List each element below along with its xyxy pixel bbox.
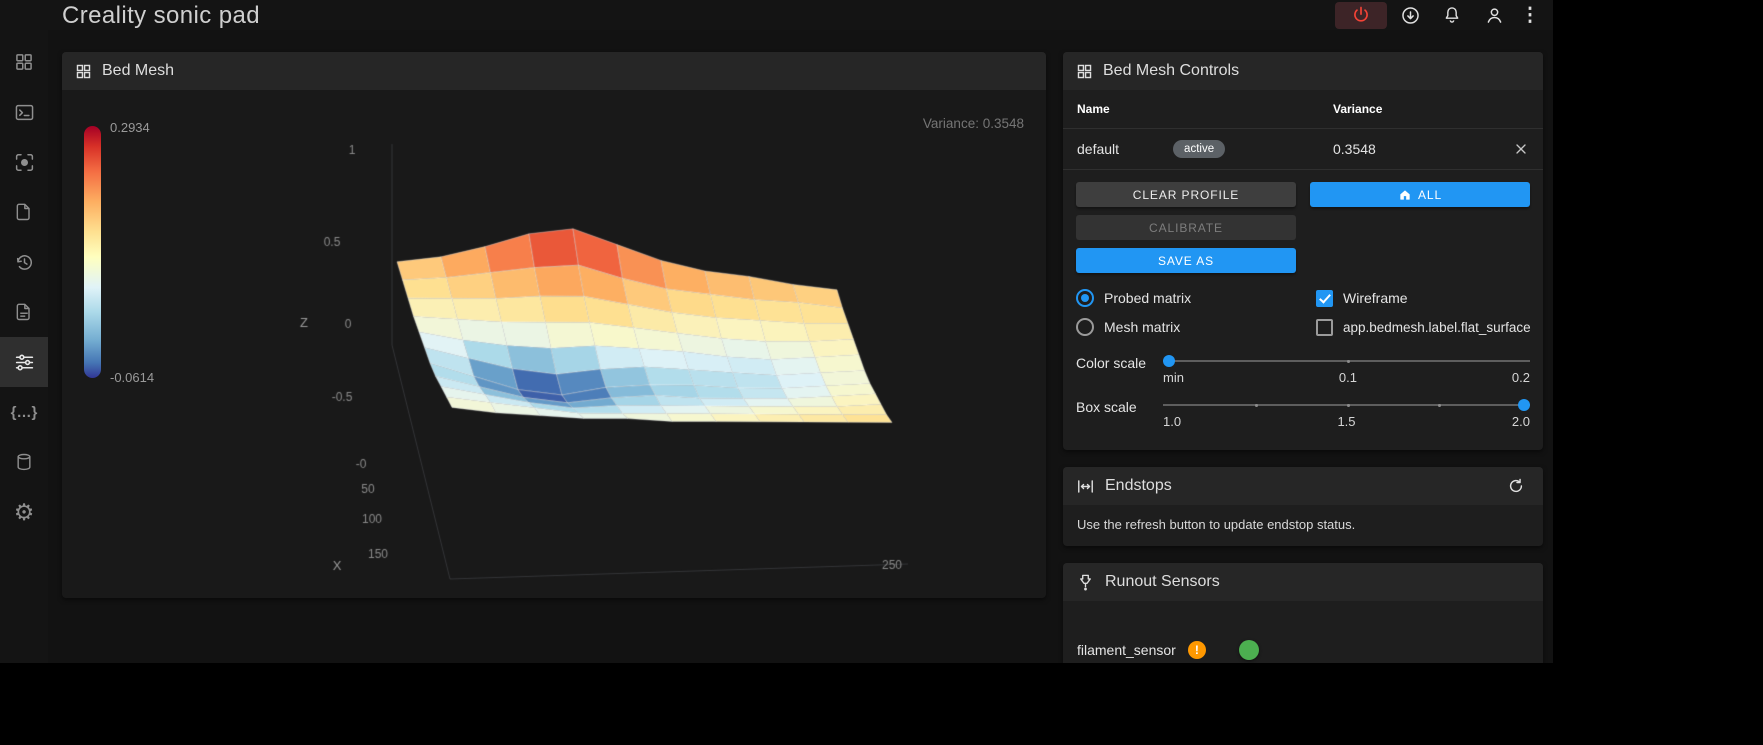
sidebar-nav: {…} ⚙	[0, 30, 48, 663]
bed-mesh-controls-title: Bed Mesh Controls	[1103, 62, 1240, 79]
history-icon	[16, 254, 32, 270]
radio-off-icon	[1076, 318, 1094, 336]
column-name: Name	[1077, 102, 1110, 116]
grid-icon	[76, 64, 91, 78]
endstops-title: Endstops	[1105, 477, 1172, 494]
sidebar-item-camera[interactable]	[0, 137, 48, 187]
controls-buttons: CLEAR PROFILE ALL CALIBRATE SAVE AS	[1063, 170, 1543, 283]
home-all-button[interactable]: ALL	[1310, 182, 1530, 207]
variance-label: Variance: 0.3548	[922, 116, 1024, 131]
sensor-toggle[interactable]	[1222, 640, 1259, 660]
profiles-table-header: Name Variance	[1063, 90, 1543, 128]
emergency-stop-button[interactable]	[1335, 1, 1387, 29]
focus-camera-icon	[15, 153, 33, 171]
endstops-panel: Endstops Use the refresh button to updat…	[1063, 467, 1543, 546]
probed-matrix-radio[interactable]: Probed matrix	[1076, 289, 1316, 307]
topbar: Creality sonic pad ⋮	[0, 0, 1553, 30]
sidebar-item-settings[interactable]: ⚙	[0, 487, 48, 537]
sensor-name: filament_sensor	[1077, 642, 1176, 658]
column-variance: Variance	[1333, 102, 1383, 116]
profile-variance: 0.3548	[1333, 141, 1376, 157]
active-badge: active	[1173, 140, 1226, 158]
right-column: Bed Mesh Controls Name Variance default …	[1063, 52, 1543, 663]
spool-cylinder-icon	[17, 453, 31, 471]
sidebar-item-history[interactable]	[0, 237, 48, 287]
file-icon	[16, 203, 30, 221]
color-scale-ticks: min 0.1 0.2	[1163, 370, 1530, 385]
overflow-menu-button[interactable]: ⋮	[1517, 1, 1543, 29]
checkbox-unchecked-icon	[1316, 318, 1333, 336]
bell-icon	[1445, 7, 1459, 23]
person-icon	[1487, 7, 1501, 23]
color-scale-thumb[interactable]	[1163, 355, 1175, 367]
box-scale-thumb[interactable]	[1518, 399, 1530, 411]
endstops-header: Endstops	[1063, 467, 1543, 505]
sidebar-item-dashboard[interactable]	[0, 37, 48, 87]
color-scale-label: Color scale	[1076, 355, 1147, 371]
file-config-icon	[16, 303, 30, 321]
colorbar	[84, 126, 101, 378]
wireframe-checkbox[interactable]: Wireframe	[1316, 289, 1531, 307]
box-scale-ticks: 1.0 1.5 2.0	[1163, 414, 1530, 429]
refresh-icon	[1509, 478, 1523, 493]
mesh-matrix-radio[interactable]: Mesh matrix	[1076, 318, 1316, 336]
sidebar-item-jobs[interactable]	[0, 187, 48, 237]
home-icon	[1400, 189, 1410, 200]
app-title: Creality sonic pad	[62, 2, 260, 29]
bed-mesh-controls-header: Bed Mesh Controls	[1063, 52, 1543, 90]
color-scale-row: Color scale min 0.1 0.2	[1076, 354, 1530, 385]
console-icon	[15, 104, 33, 120]
runout-sensors-title: Runout Sensors	[1105, 573, 1220, 590]
clear-profile-button[interactable]: CLEAR PROFILE	[1076, 182, 1296, 207]
sidebar-item-tune[interactable]	[0, 337, 48, 387]
flat-surface-checkbox[interactable]: app.bedmesh.label.flat_surface	[1316, 318, 1531, 336]
gear-icon: ⚙	[13, 498, 35, 525]
scale-sliders: Color scale min 0.1 0.2 Box scale 1.0 1.…	[1063, 338, 1543, 450]
close-icon	[1516, 144, 1526, 154]
runout-sensors-header: Runout Sensors	[1063, 563, 1543, 601]
sidebar-item-console[interactable]	[0, 87, 48, 137]
calibrate-button[interactable]: CALIBRATE	[1076, 215, 1296, 240]
bed-mesh-plot-area: 0.2934 -0.0614 Variance: 0.3548	[62, 90, 1046, 598]
topbar-actions: ⋮	[1335, 0, 1543, 30]
sidebar-item-system[interactable]	[0, 437, 48, 487]
app-window: Creality sonic pad ⋮ {…} ⚙ Bed Mesh 0.29…	[0, 0, 1553, 663]
sidebar-item-configure[interactable]	[0, 287, 48, 337]
bed-mesh-title: Bed Mesh	[102, 62, 175, 79]
grid-icon	[1077, 64, 1092, 78]
filament-sensor-row: filament_sensor !	[1063, 601, 1543, 663]
matrix-options: Probed matrix Wireframe Mesh matrix app.…	[1063, 283, 1543, 338]
bed-mesh-controls-panel: Bed Mesh Controls Name Variance default …	[1063, 52, 1543, 450]
dashboard-icon	[16, 54, 32, 70]
endstops-message: Use the refresh button to update endstop…	[1077, 517, 1356, 532]
color-scale-slider[interactable]	[1163, 354, 1530, 368]
runout-sensor-icon	[1080, 574, 1091, 590]
box-scale-label: Box scale	[1076, 399, 1137, 415]
bed-mesh-3d-plot[interactable]	[62, 92, 1046, 597]
colorbar-min-label: -0.0614	[110, 370, 155, 385]
save-as-button[interactable]: SAVE AS	[1076, 248, 1296, 273]
radio-on-icon	[1076, 289, 1094, 307]
arrow-down-circle-icon	[1401, 6, 1419, 24]
bed-mesh-header: Bed Mesh	[62, 52, 1046, 90]
update-button[interactable]	[1391, 1, 1429, 29]
notifications-button[interactable]	[1433, 1, 1471, 29]
power-off-icon	[1354, 6, 1368, 22]
bed-mesh-card: Bed Mesh 0.2934 -0.0614 Variance: 0.3548	[62, 52, 1046, 598]
colorbar-max-label: 0.2934	[110, 120, 150, 135]
box-scale-row: Box scale 1.0 1.5 2.0	[1076, 398, 1530, 429]
profile-name: default	[1077, 141, 1120, 157]
checkbox-checked-icon	[1316, 289, 1333, 307]
runout-sensors-panel: Runout Sensors filament_sensor !	[1063, 563, 1543, 663]
profile-row[interactable]: default active 0.3548	[1063, 128, 1543, 170]
remove-profile-button[interactable]	[1513, 141, 1529, 157]
account-button[interactable]	[1475, 1, 1513, 29]
endstops-icon	[1078, 479, 1093, 493]
refresh-endstops-button[interactable]	[1502, 472, 1530, 500]
box-scale-slider[interactable]	[1163, 398, 1530, 412]
braces-icon: {…}	[10, 403, 38, 421]
warning-icon: !	[1187, 641, 1206, 659]
sidebar-item-macros[interactable]: {…}	[0, 387, 48, 437]
tune-sliders-icon	[15, 354, 33, 370]
